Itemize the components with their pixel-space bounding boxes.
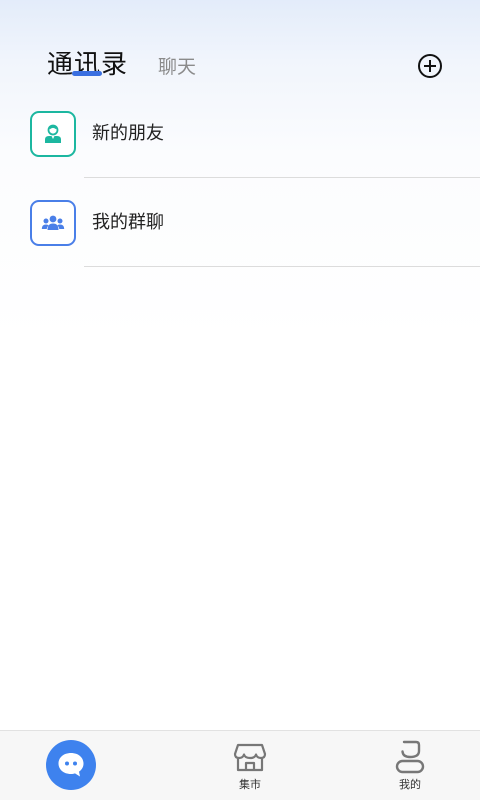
tab-contacts[interactable]: 通讯录 — [47, 48, 128, 82]
active-tab-indicator — [72, 71, 102, 76]
nav-mine[interactable]: 我的 — [350, 731, 470, 800]
group-chat-icon-frame — [30, 200, 76, 246]
app-screen: 通讯录 聊天 新的朋友 我的群聊 集市 我的 — [0, 0, 480, 800]
plus-circle-icon — [418, 54, 442, 78]
nav-market-label: 集市 — [239, 778, 261, 791]
nav-chat[interactable] — [11, 731, 131, 800]
list-item-new-friends[interactable]: 新的朋友 — [0, 89, 480, 178]
list-item-my-groups[interactable]: 我的群聊 — [0, 178, 480, 267]
add-button[interactable] — [417, 53, 443, 79]
store-icon — [233, 743, 267, 772]
bottom-nav: 集市 我的 — [0, 730, 480, 800]
divider — [84, 266, 480, 267]
nav-market[interactable]: 集市 — [190, 731, 310, 800]
new-friend-icon — [45, 124, 61, 143]
contact-list: 新的朋友 我的群聊 — [0, 89, 480, 267]
nav-mine-label: 我的 — [399, 778, 421, 791]
chat-bubble-icon — [58, 753, 84, 777]
list-item-label: 我的群聊 — [92, 212, 164, 233]
tab-chat[interactable]: 聊天 — [158, 53, 196, 81]
chat-bubble-badge — [46, 740, 96, 790]
profile-icon — [395, 740, 425, 774]
group-chat-icon — [41, 215, 65, 230]
new-friend-icon-frame — [30, 111, 76, 157]
header: 通讯录 聊天 — [0, 0, 480, 96]
list-item-label: 新的朋友 — [92, 123, 164, 144]
